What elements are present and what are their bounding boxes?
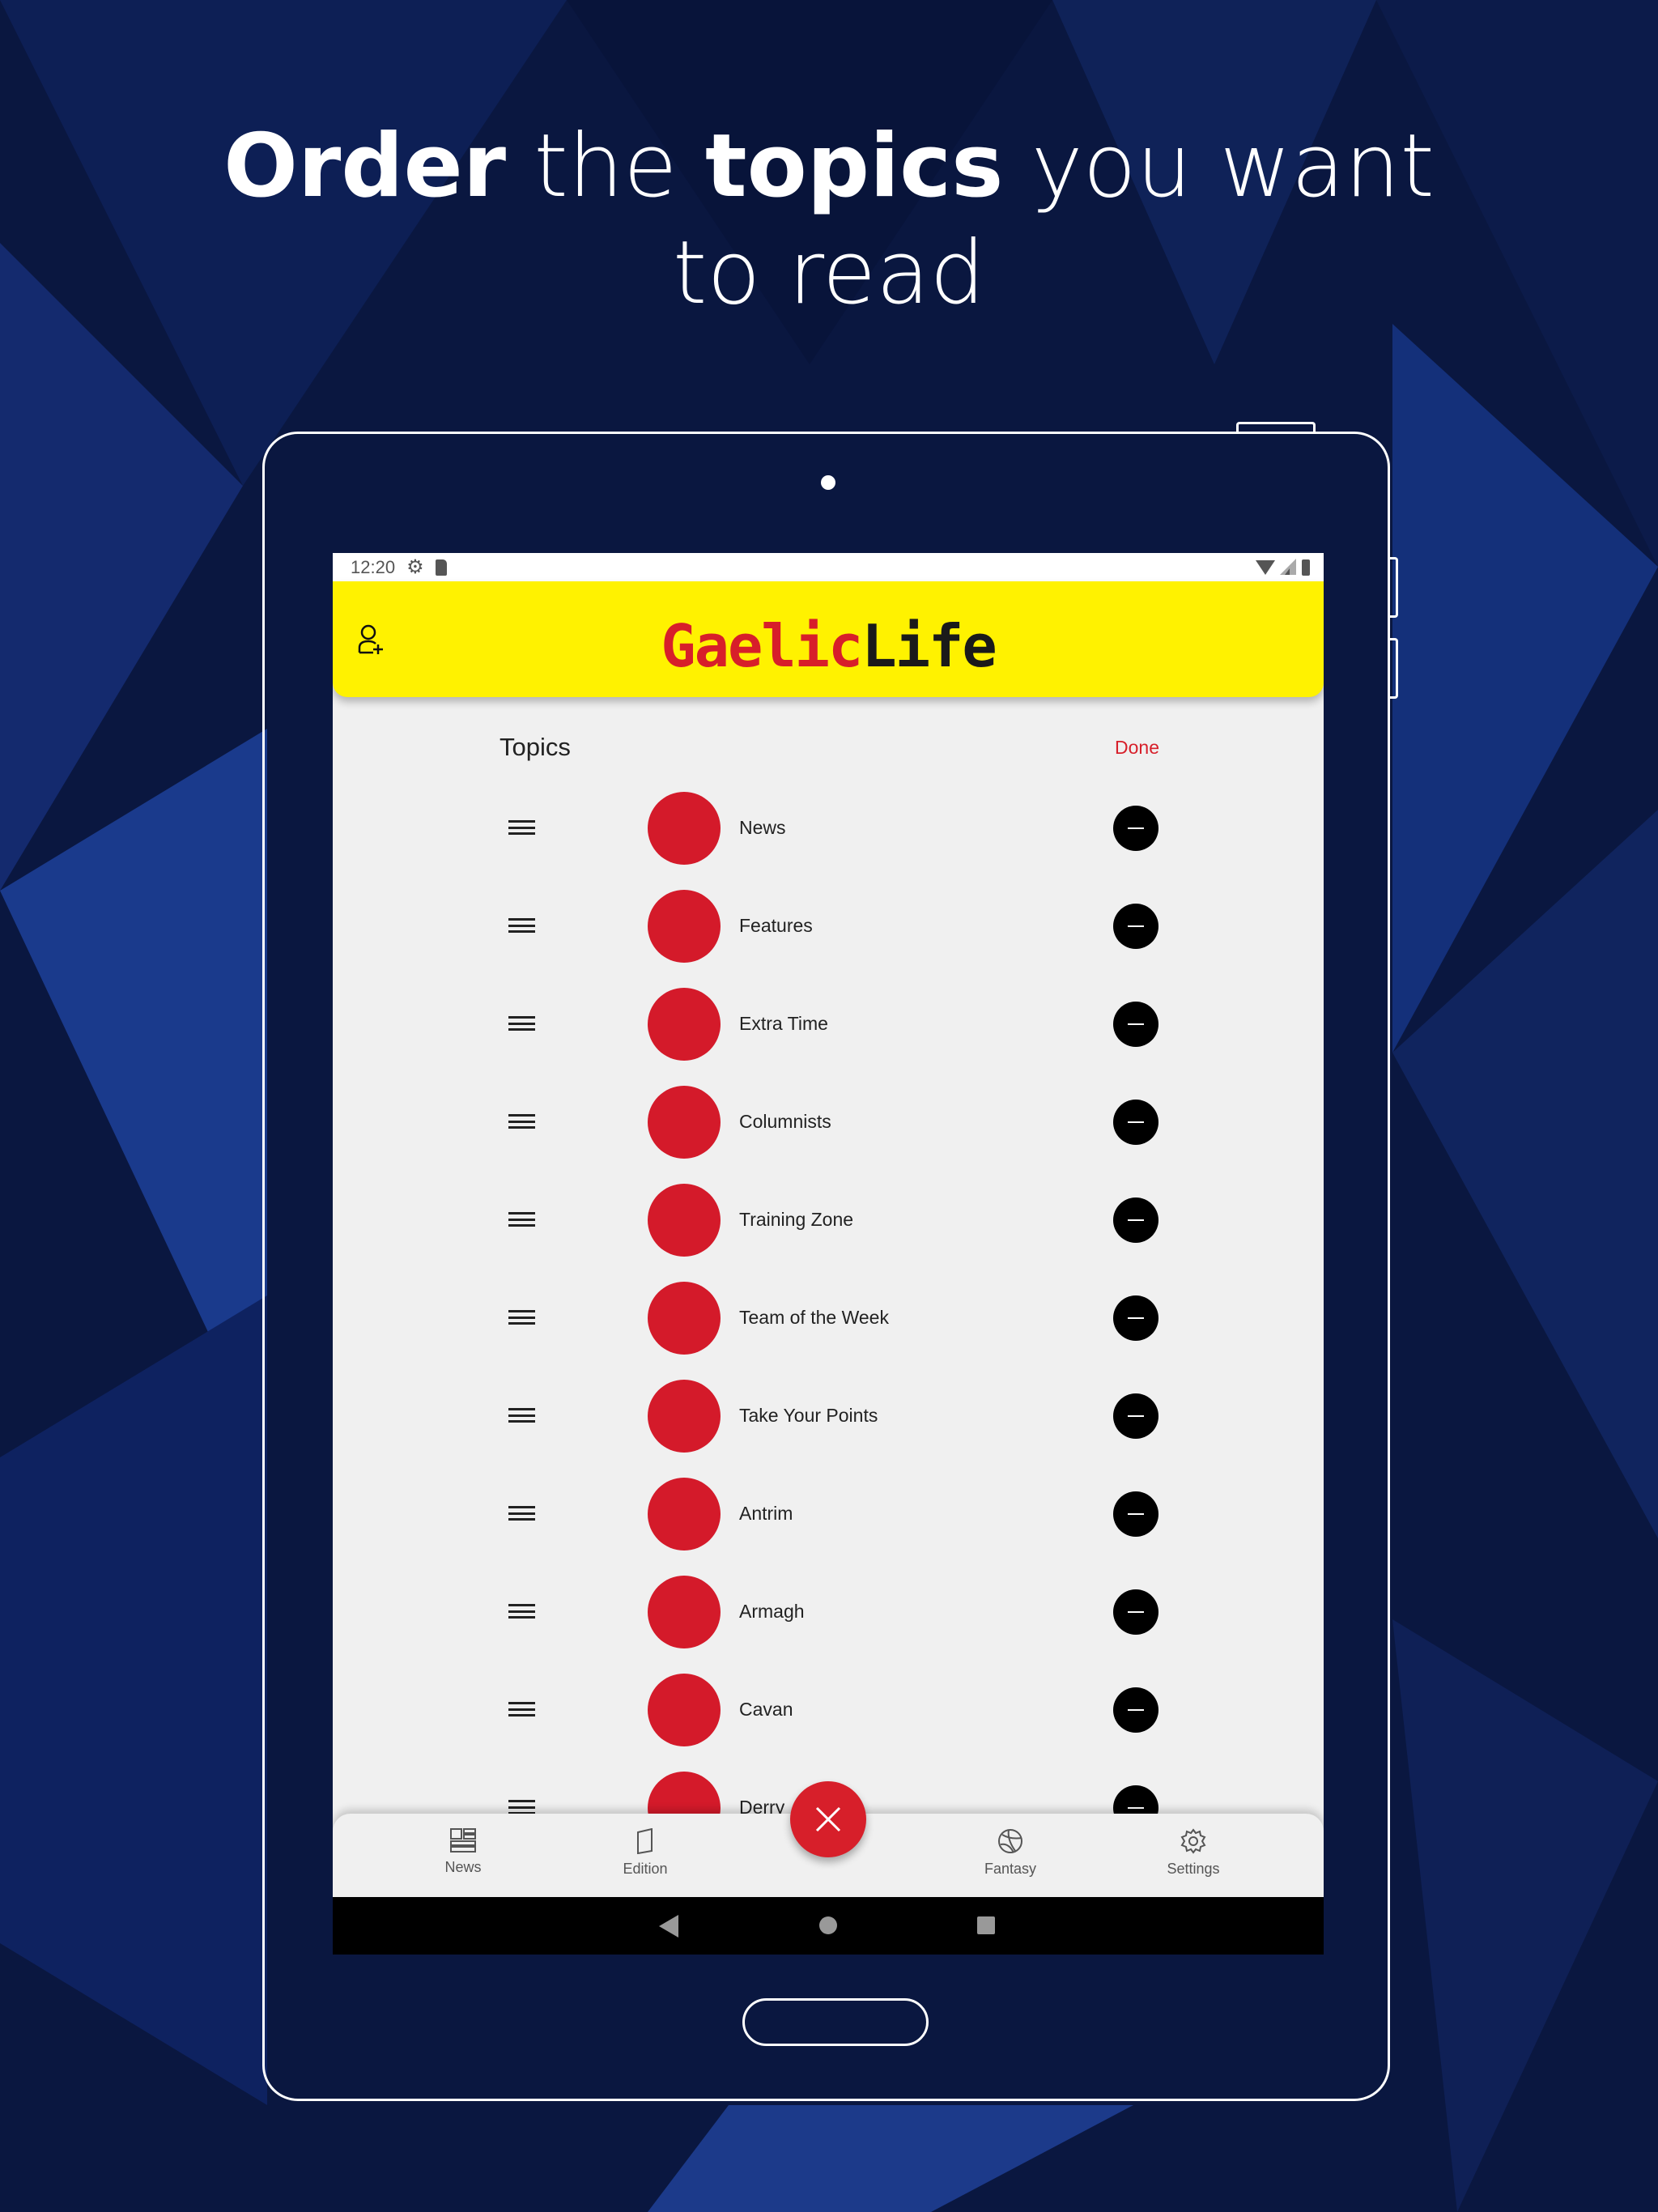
tablet-power-button [1236,422,1316,432]
drag-handle-icon[interactable] [508,1506,535,1521]
wifi-icon [1256,560,1275,575]
drag-handle-icon[interactable] [508,1604,535,1619]
system-nav-bar [333,1897,1324,1955]
nav-news[interactable]: News [406,1828,520,1876]
topic-row: Take Your Points [333,1376,1324,1457]
remove-topic-button[interactable] [1113,904,1158,949]
status-time: 12:20 [351,556,396,577]
tablet-camera [821,475,835,490]
done-button[interactable]: Done [1115,737,1159,759]
topic-avatar [648,1380,721,1453]
signal-icon [1280,559,1296,575]
topic-avatar [648,1184,721,1257]
ball-icon [998,1829,1022,1853]
status-bar: 12:20 ⚙ [333,553,1324,581]
battery-icon [1302,559,1310,576]
remove-topic-button[interactable] [1113,1393,1158,1439]
topic-avatar [648,792,721,865]
close-fab-button[interactable] [790,1781,866,1857]
topic-label: Take Your Points [739,1405,878,1426]
topic-label: Armagh [739,1601,805,1622]
topic-avatar [648,1674,721,1746]
topic-avatar [648,1086,721,1159]
topic-row: Extra Time [333,984,1324,1065]
drag-handle-icon[interactable] [508,1114,535,1129]
topic-avatar [648,988,721,1061]
topic-row: Cavan [333,1670,1324,1750]
drag-handle-icon[interactable] [508,918,535,933]
drag-handle-icon[interactable] [508,1212,535,1227]
sd-card-icon [435,559,447,576]
topics-title: Topics [500,733,571,761]
edition-icon [637,1828,653,1854]
topic-row: Antrim [333,1474,1324,1555]
topic-label: Columnists [739,1111,831,1132]
tablet-volume-up [1390,557,1398,618]
topic-avatar [648,1282,721,1355]
drag-handle-icon[interactable] [508,1800,535,1814]
drag-handle-icon[interactable] [508,820,535,835]
headline: Order the topics you want to read [223,116,1435,324]
back-icon[interactable] [659,1915,678,1938]
topic-label: News [739,817,786,838]
tablet-volume-down [1390,638,1398,699]
remove-topic-button[interactable] [1113,1002,1158,1047]
topic-row: Columnists [333,1082,1324,1163]
remove-topic-button[interactable] [1113,1100,1158,1145]
drag-handle-icon[interactable] [508,1016,535,1031]
topic-label: Training Zone [739,1209,854,1230]
nav-fantasy[interactable]: Fantasy [954,1828,1067,1878]
drag-handle-icon[interactable] [508,1310,535,1325]
tablet-home-button [742,1998,929,2046]
nav-edition[interactable]: Edition [589,1828,702,1878]
news-icon [450,1828,476,1853]
remove-topic-button[interactable] [1113,1295,1158,1341]
topic-row: Team of the Week [333,1278,1324,1359]
drag-handle-icon[interactable] [508,1408,535,1423]
topic-avatar [648,890,721,963]
close-icon [815,1806,841,1832]
remove-topic-button[interactable] [1113,1491,1158,1537]
remove-topic-button[interactable] [1113,806,1158,851]
topic-label: Extra Time [739,1013,828,1034]
topic-label: Team of the Week [739,1307,889,1328]
topic-row: News [333,788,1324,869]
app-screen: 12:20 ⚙ GaelicLife Topics Done News Feat… [333,553,1324,1955]
remove-topic-button[interactable] [1113,1687,1158,1733]
topic-row: Features [333,886,1324,967]
nav-settings[interactable]: Settings [1137,1828,1250,1878]
gaeliclife-logo: GaelicLife [661,612,997,680]
home-icon[interactable] [819,1916,837,1934]
topic-label: Antrim [739,1503,793,1524]
topic-row: Armagh [333,1572,1324,1653]
remove-topic-button[interactable] [1113,1197,1158,1243]
topic-avatar [648,1576,721,1648]
drag-handle-icon[interactable] [508,1702,535,1716]
topic-avatar [648,1478,721,1551]
remove-topic-button[interactable] [1113,1589,1158,1635]
topic-row: Training Zone [333,1180,1324,1261]
gear-icon: ⚙ [406,556,424,578]
settings-icon [1180,1828,1206,1854]
topic-label: Features [739,915,813,936]
app-header: GaelicLife [333,581,1324,697]
topic-label: Cavan [739,1699,793,1720]
recents-icon[interactable] [977,1916,995,1934]
